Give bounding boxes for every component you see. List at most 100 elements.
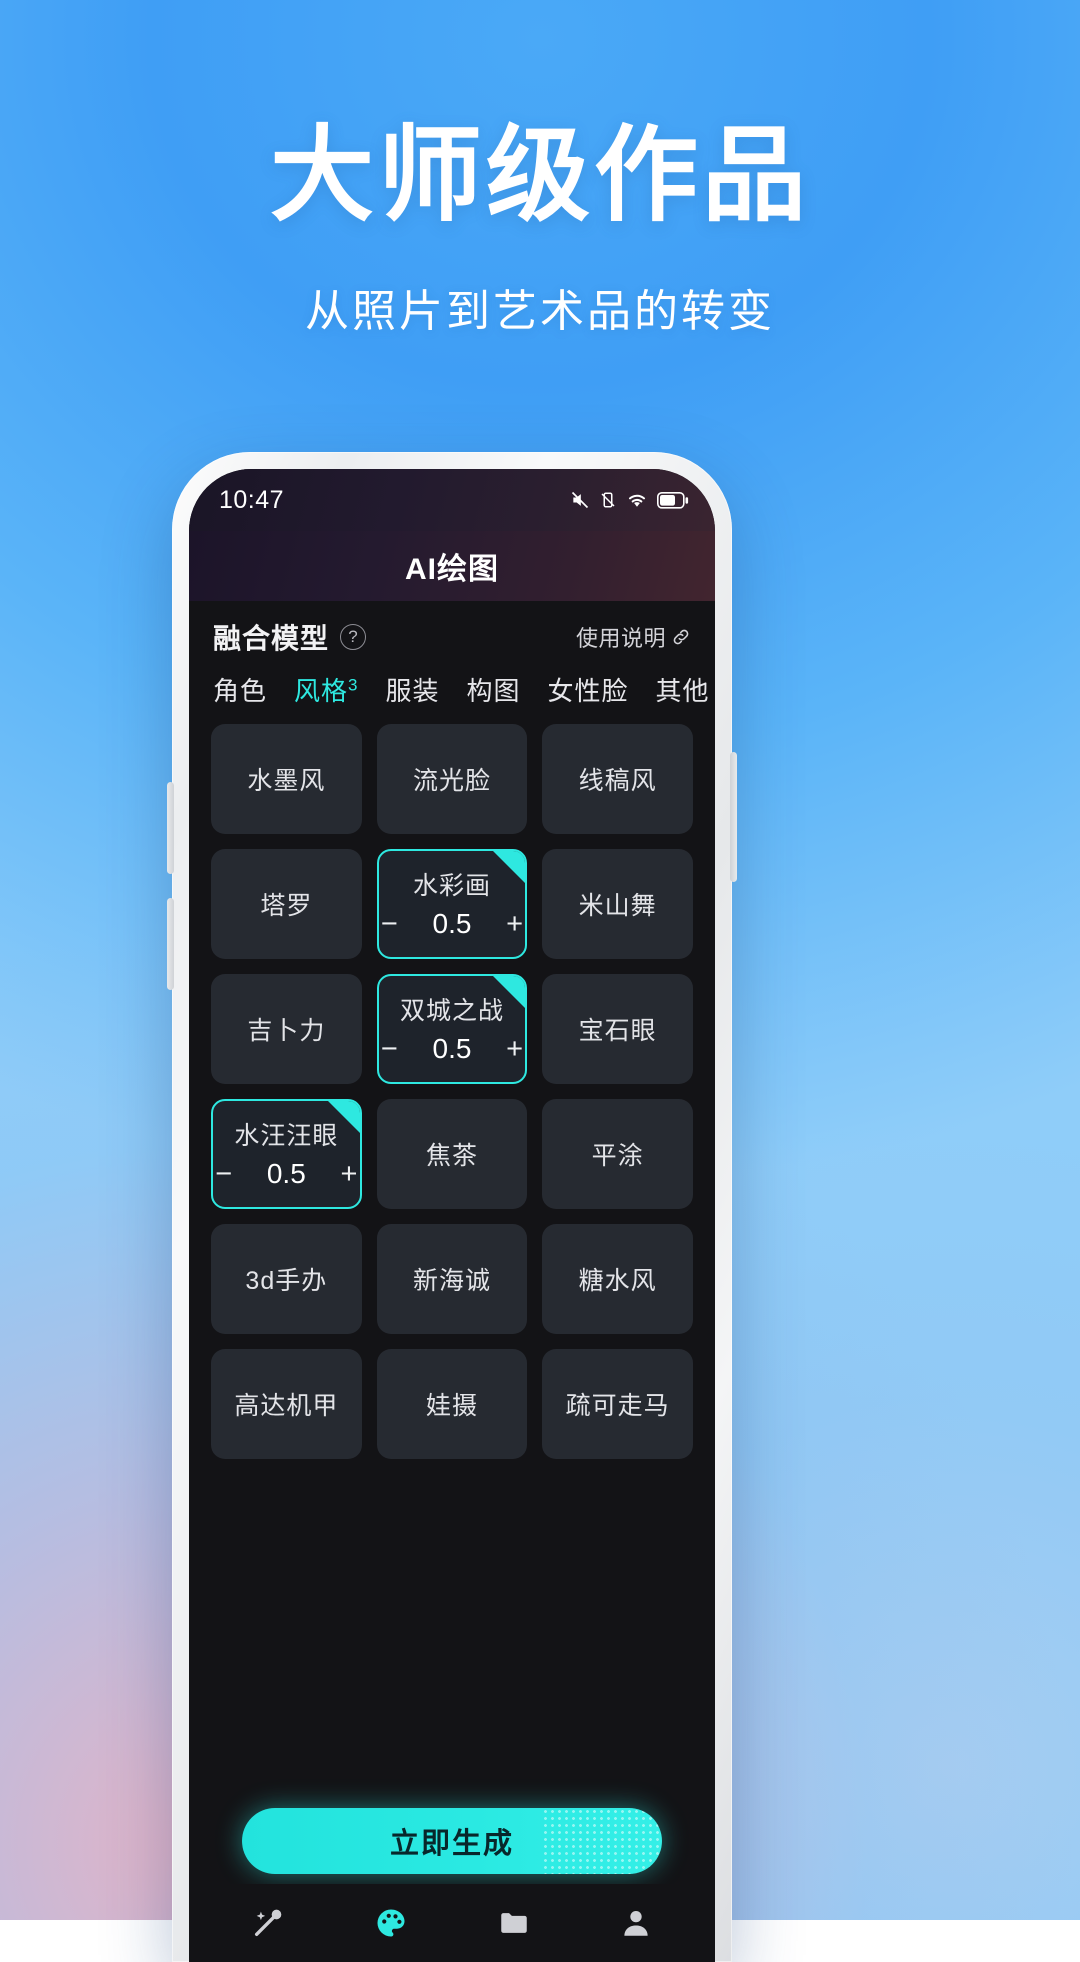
model-section-title: 融合模型 (213, 623, 330, 654)
style-card-grid: 水墨风 流光脸 线稿风 塔罗 水彩画 −0.5 + 米山舞 吉卜力 双城之战 −0.5 + 宝石眼 水汪汪… (189, 720, 715, 1459)
tab-label: 角色 (213, 676, 268, 706)
style-card-label: 米山舞 (578, 892, 657, 920)
style-card-label: 水墨风 (247, 767, 326, 795)
weight-stepper: − 0.5 + (379, 908, 526, 940)
style-card[interactable]: 宝石眼 (542, 974, 693, 1084)
status-bar: 10:47 (189, 469, 715, 531)
style-card-label: 双城之战 (399, 997, 504, 1025)
style-card[interactable]: 新海诚 (376, 1224, 528, 1334)
page-title: AI绘图 (405, 553, 499, 586)
volume-up-button[interactable] (167, 782, 174, 874)
style-card-label: 宝石眼 (578, 1017, 657, 1045)
tab-0[interactable]: 角色 (213, 671, 267, 708)
style-card[interactable]: 塔罗 (211, 849, 362, 959)
promo-headline: 大师级作品 (269, 118, 810, 234)
nav-item-profile[interactable] (619, 1906, 653, 1940)
style-card-label: 平涂 (591, 1142, 644, 1170)
tab-badge-count: 3 (348, 675, 359, 695)
style-card-selected[interactable]: 双城之战 − 0.5 + (376, 974, 528, 1084)
palette-icon (377, 1909, 405, 1937)
app-title-bar: AI绘图 (189, 531, 715, 601)
tab-label: 构图 (466, 676, 521, 706)
tab-label: 其他 (655, 676, 710, 706)
style-card[interactable]: 糖水风 (542, 1224, 693, 1334)
style-card-label: 高达机甲 (234, 1392, 339, 1420)
style-card[interactable]: 娃摄 (376, 1349, 528, 1459)
style-card-label: 水彩画 (412, 872, 491, 900)
help-icon[interactable]: ? (340, 624, 367, 650)
style-card[interactable]: 疏可走马 (542, 1349, 693, 1459)
style-card-label: 塔罗 (260, 892, 313, 920)
selected-corner-icon (326, 1101, 360, 1134)
style-card-label: 线稿风 (578, 767, 657, 795)
generate-button[interactable]: 立即生成 (242, 1808, 662, 1874)
style-card-label: 3d手办 (245, 1267, 328, 1295)
stepper-value: 0.5 (266, 1158, 306, 1189)
tab-label: 风格 (294, 676, 349, 706)
style-card[interactable]: 流光脸 (376, 724, 528, 834)
style-card[interactable]: 水墨风 (211, 724, 362, 834)
promo-subheadline: 从照片到艺术品的转变 (305, 287, 775, 336)
bottom-navigation (189, 1884, 715, 1962)
weight-stepper: − 0.5 + (213, 1158, 360, 1190)
usage-instructions-link[interactable]: 使用说明 (576, 621, 691, 653)
tab-3[interactable]: 构图 (467, 671, 521, 708)
link-icon (673, 629, 689, 645)
cta-dot-pattern (542, 1808, 662, 1874)
app-body: 融合模型 ? 使用说明 角色 风格3 服装 构图 女性脸 其他 水墨风 流光脸 线稿风塔罗 水彩… (189, 601, 715, 1962)
power-button[interactable] (730, 752, 737, 882)
mute-icon (571, 491, 589, 509)
person-icon (624, 1910, 648, 1936)
tab-active-1[interactable]: 风格3 (294, 671, 358, 708)
model-section-header: 融合模型 ? 使用说明 (189, 601, 715, 665)
style-card-label: 水汪汪眼 (234, 1122, 339, 1150)
style-card-label: 焦茶 (425, 1142, 478, 1170)
wifi-icon (628, 494, 646, 507)
selected-corner-icon (492, 851, 526, 884)
weight-stepper: − 0.5 + (379, 1033, 526, 1065)
tab-2[interactable]: 服装 (386, 671, 440, 708)
stepper-decrement-button[interactable]: − (379, 1034, 400, 1064)
usage-link-label: 使用说明 (575, 626, 666, 651)
nav-item-palette[interactable] (373, 1905, 409, 1941)
folder-icon (501, 1913, 527, 1933)
style-card-label: 糖水风 (578, 1267, 657, 1295)
style-card-label: 新海诚 (412, 1267, 491, 1295)
stepper-decrement-button[interactable]: − (213, 1159, 234, 1189)
style-card[interactable]: 焦茶 (376, 1099, 528, 1209)
style-card-selected[interactable]: 水彩画 − 0.5 + (376, 849, 528, 959)
style-card-selected[interactable]: 水汪汪眼 − 0.5 + (211, 1099, 362, 1209)
stepper-increment-button[interactable]: + (338, 1159, 359, 1189)
phone-screen: 10:47 AI绘图 融合模型 ? 使用说明 角色 风格3 服装 构图 女性脸 … (189, 469, 715, 1962)
style-card[interactable]: 3d手办 (211, 1224, 362, 1334)
style-card[interactable]: 吉卜力 (211, 974, 362, 1084)
status-icons (570, 490, 689, 510)
tab-label: 服装 (385, 676, 440, 706)
tab-4[interactable]: 女性脸 (548, 671, 629, 708)
category-tabs: 角色 风格3 服装 构图 女性脸 其他 (189, 665, 715, 720)
volume-down-button[interactable] (167, 898, 174, 990)
phone-mockup: 10:47 AI绘图 融合模型 ? 使用说明 角色 风格3 服装 构图 女性脸 … (167, 452, 737, 1962)
tab-label: 女性脸 (547, 676, 629, 706)
stepper-decrement-button[interactable]: − (379, 909, 400, 939)
style-card-label: 流光脸 (412, 767, 491, 795)
style-card-label: 娃摄 (425, 1392, 478, 1420)
style-card-label: 疏可走马 (565, 1392, 670, 1420)
style-card-label: 吉卜力 (247, 1017, 326, 1045)
stepper-increment-button[interactable]: + (504, 1034, 525, 1064)
style-card[interactable]: 线稿风 (542, 724, 693, 834)
nav-item-folder[interactable] (497, 1906, 531, 1940)
stepper-value: 0.5 (432, 1033, 472, 1064)
tab-5[interactable]: 其他 (656, 671, 710, 708)
generate-button-label: 立即生成 (389, 1828, 514, 1860)
status-time: 10:47 (219, 485, 285, 514)
stepper-value: 0.5 (432, 908, 472, 939)
nav-item-magic[interactable] (251, 1906, 285, 1940)
magic-wand-icon (254, 1909, 282, 1937)
battery-icon (657, 491, 689, 509)
style-card[interactable]: 平涂 (542, 1099, 693, 1209)
style-card[interactable]: 米山舞 (542, 849, 693, 959)
style-card[interactable]: 高达机甲 (211, 1349, 362, 1459)
selected-corner-icon (492, 976, 526, 1009)
stepper-increment-button[interactable]: + (504, 909, 525, 939)
